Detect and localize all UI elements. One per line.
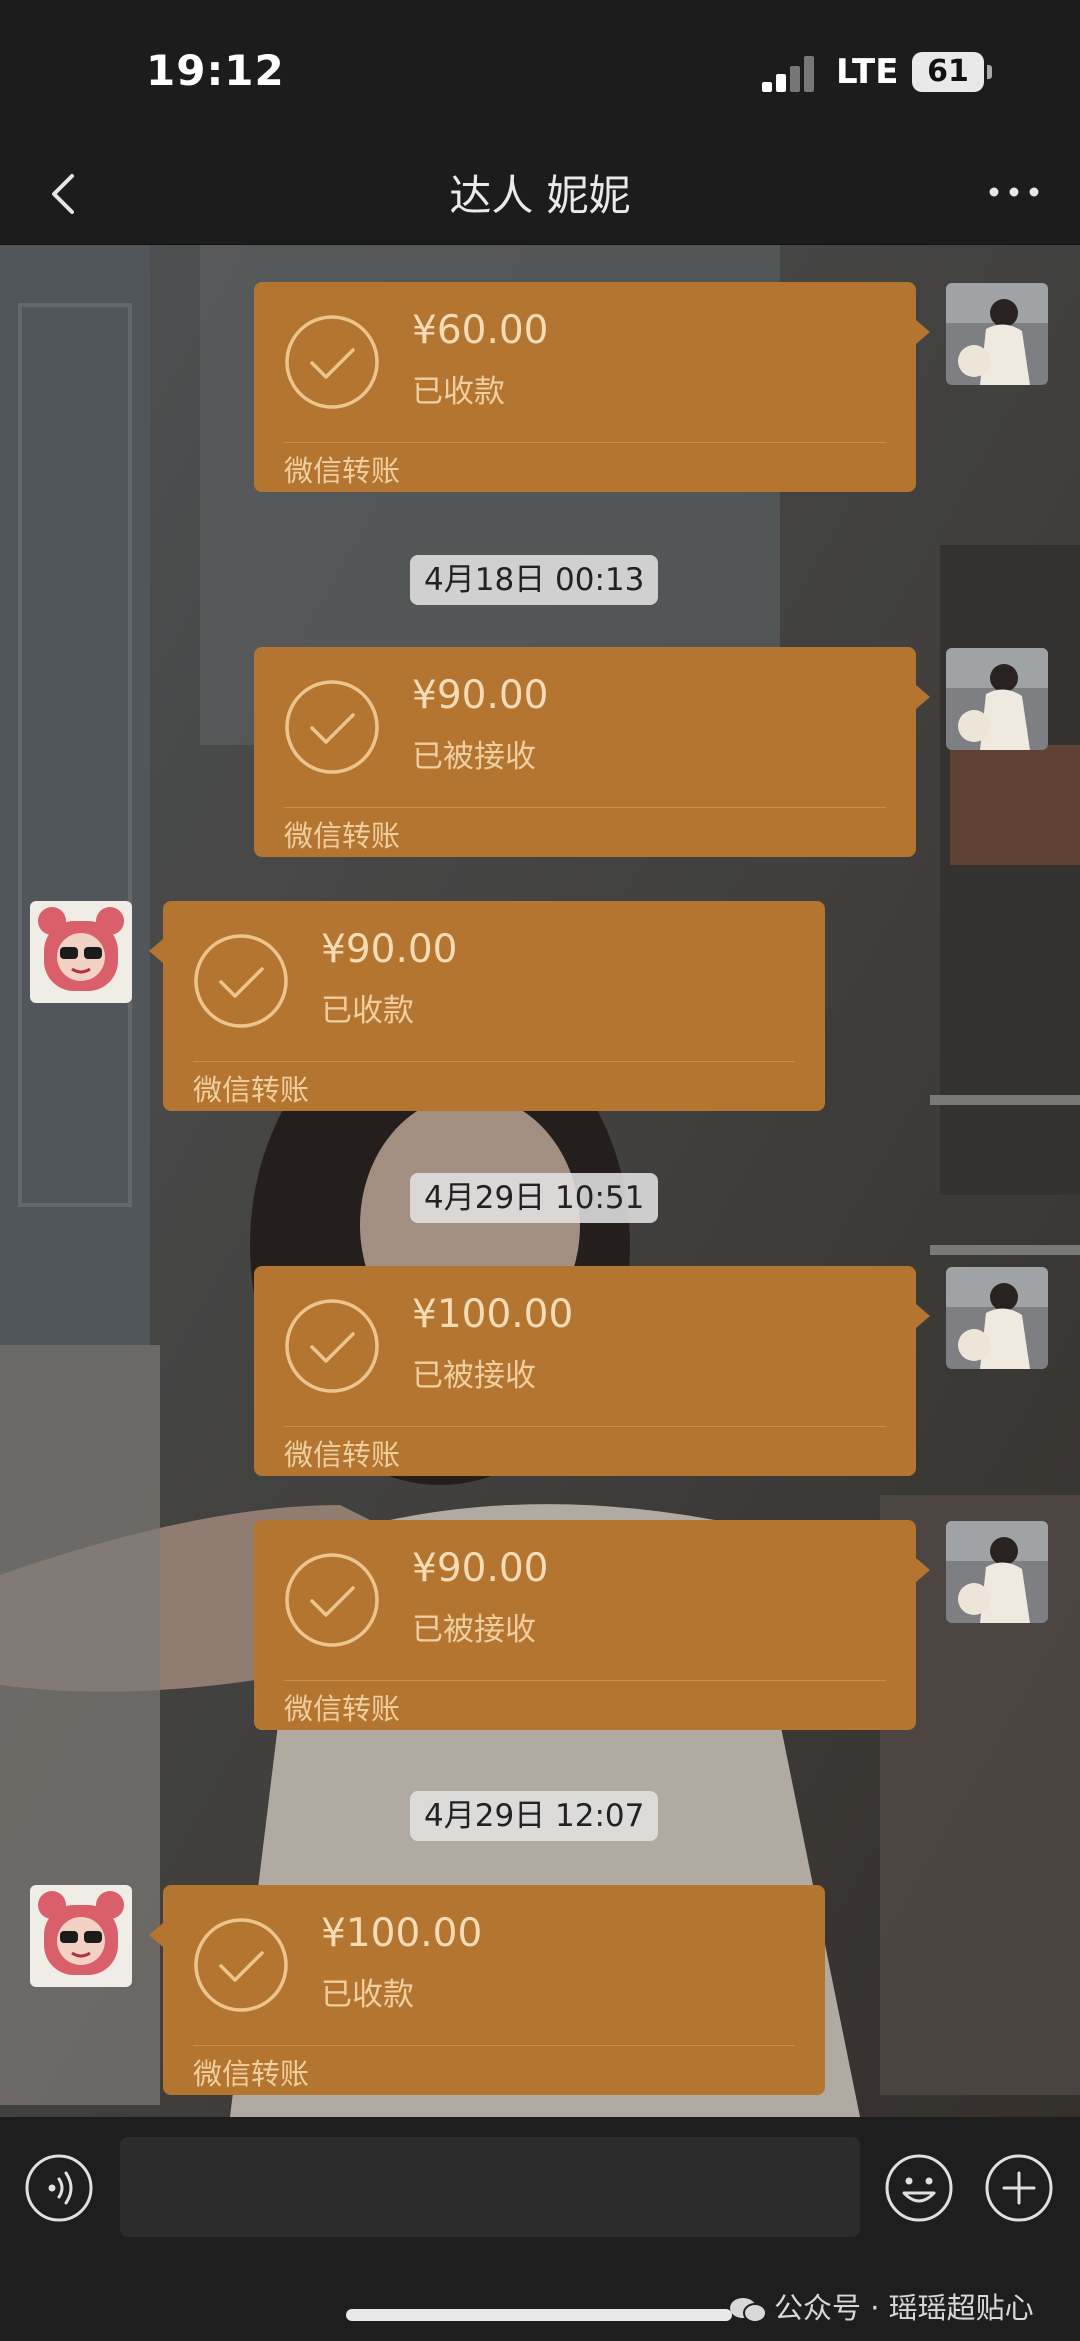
contact-avatar[interactable] (946, 1521, 1048, 1623)
my-avatar[interactable] (30, 1885, 132, 1987)
watermark: 公众号 · 瑶瑶超贴心 (728, 2285, 1034, 2327)
battery-icon: 61 (912, 52, 992, 92)
transfer-status: 已收款 (412, 374, 505, 410)
avatar-image (30, 901, 132, 1003)
transfer-status: 已被接收 (412, 1612, 536, 1648)
chat-area[interactable]: ¥60.00 已收款 微信转账 4月18日 00:13 ¥90.00 已被接收 … (0, 245, 1080, 2117)
avatar-image (946, 283, 1048, 385)
divider (193, 1061, 795, 1062)
transfer-status: 已收款 (321, 1977, 414, 2013)
signal-icon (762, 56, 818, 92)
divider (284, 1426, 886, 1427)
timestamp: 4月18日 00:13 (410, 555, 659, 605)
check-circle-icon (285, 1299, 379, 1393)
transfer-bubble[interactable]: ¥60.00 已收款 微信转账 (254, 282, 930, 492)
home-indicator[interactable] (346, 2309, 732, 2321)
nav-bar: 达人 妮妮 (0, 140, 1080, 245)
transfer-status: 已被接收 (412, 739, 536, 775)
my-avatar[interactable] (30, 901, 132, 1003)
more-dots-icon (989, 187, 1039, 197)
check-circle-icon (285, 315, 379, 409)
transfer-source: 微信转账 (284, 1692, 401, 1726)
avatar-image (946, 648, 1048, 750)
wechat-logo-icon (730, 2298, 767, 2323)
transfer-bubble[interactable]: ¥90.00 已被接收 微信转账 (254, 1520, 930, 1730)
more-button[interactable] (984, 172, 1044, 212)
transfer-bubble[interactable]: ¥100.00 已收款 微信转账 (149, 1885, 825, 2095)
voice-button[interactable] (24, 2153, 94, 2223)
transfer-amount: ¥90.00 (412, 673, 549, 718)
transfer-amount: ¥100.00 (321, 1911, 483, 1956)
divider (284, 1680, 886, 1681)
transfer-amount: ¥60.00 (412, 308, 549, 353)
avatar-image (30, 1885, 132, 1987)
avatar-image (946, 1521, 1048, 1623)
emoji-button[interactable] (884, 2153, 954, 2223)
contact-avatar[interactable] (946, 283, 1048, 385)
watermark-text: 公众号 · 瑶瑶超贴心 (774, 2291, 1034, 2325)
transfer-status: 已被接收 (412, 1358, 536, 1394)
transfer-status: 已收款 (321, 993, 414, 1029)
more-functions-button[interactable] (984, 2153, 1054, 2223)
status-bar: 19:12 LTE 61 (0, 0, 1080, 140)
timestamp: 4月29日 12:07 (410, 1791, 659, 1841)
contact-avatar[interactable] (946, 1267, 1048, 1369)
transfer-source: 微信转账 (193, 2057, 310, 2091)
check-circle-icon (194, 1918, 288, 2012)
input-bar: 公众号 · 瑶瑶超贴心 (0, 2117, 1080, 2341)
transfer-source: 微信转账 (193, 1073, 310, 1107)
emoji-icon (885, 2154, 953, 2222)
message-input[interactable] (120, 2137, 860, 2237)
avatar-image (946, 1267, 1048, 1369)
network-label: LTE (836, 52, 899, 92)
transfer-source: 微信转账 (284, 454, 401, 488)
transfer-bubble[interactable]: ¥100.00 已被接收 微信转账 (254, 1266, 930, 1476)
transfer-amount: ¥90.00 (412, 1546, 549, 1591)
voice-icon (25, 2154, 93, 2222)
transfer-source: 微信转账 (284, 1438, 401, 1472)
transfer-bubble[interactable]: ¥90.00 已被接收 微信转账 (254, 647, 930, 857)
transfer-amount: ¥100.00 (412, 1292, 574, 1337)
contact-avatar[interactable] (946, 648, 1048, 750)
chat-title: 达人 妮妮 (449, 171, 631, 220)
transfer-bubble[interactable]: ¥90.00 已收款 微信转账 (149, 901, 825, 1111)
check-circle-icon (285, 680, 379, 774)
transfer-source: 微信转账 (284, 819, 401, 853)
divider (193, 2045, 795, 2046)
status-time: 19:12 (146, 46, 285, 95)
plus-icon (985, 2154, 1053, 2222)
check-circle-icon (194, 934, 288, 1028)
transfer-amount: ¥90.00 (321, 927, 458, 972)
timestamp: 4月29日 10:51 (410, 1173, 659, 1223)
check-circle-icon (285, 1553, 379, 1647)
divider (284, 442, 886, 443)
divider (284, 807, 886, 808)
